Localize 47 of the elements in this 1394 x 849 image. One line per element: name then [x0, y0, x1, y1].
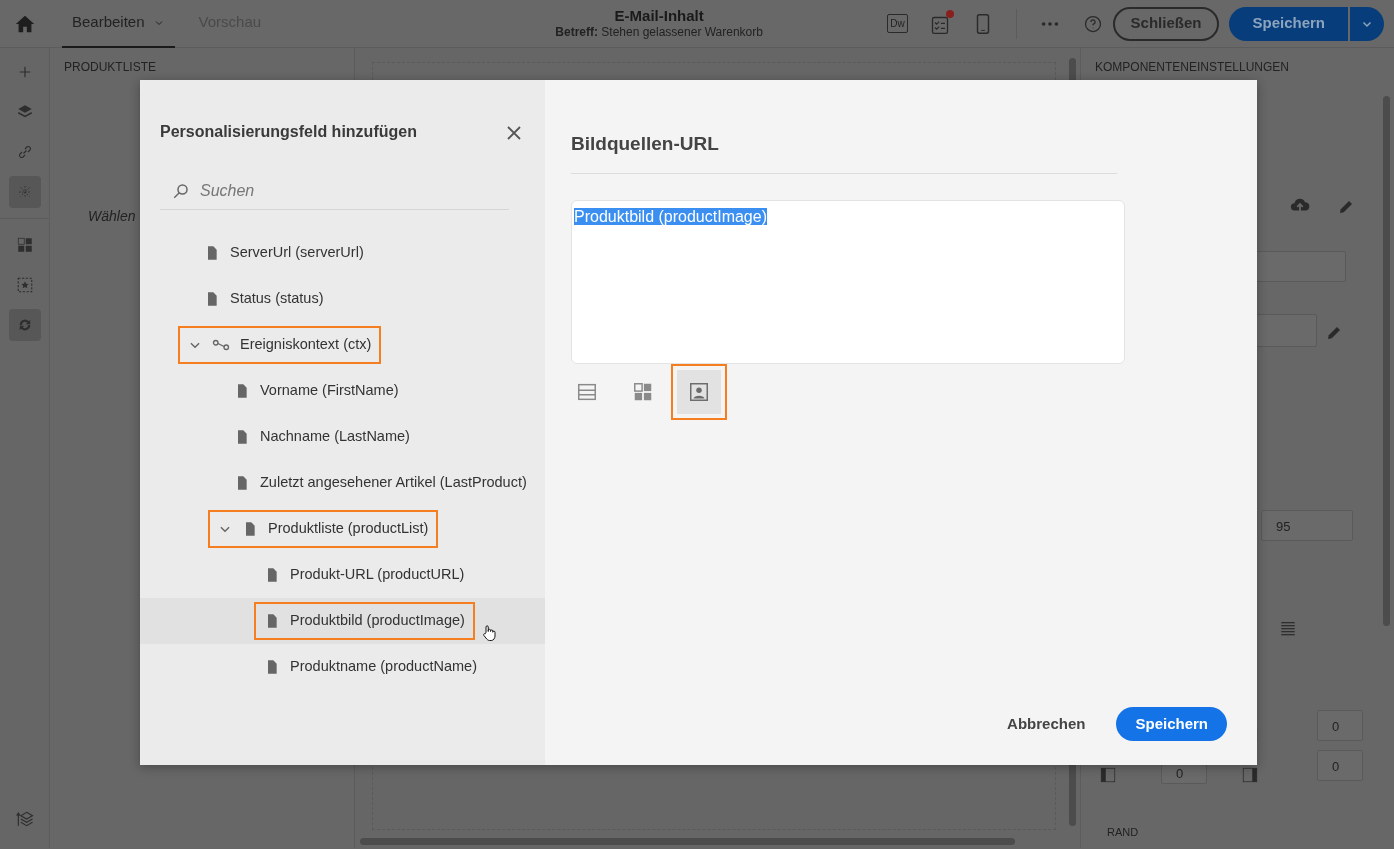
search-field[interactable]: Suchen	[198, 177, 478, 204]
search-icon	[172, 181, 190, 200]
section-title: RAND	[1107, 825, 1139, 840]
subject-line: Betreff: Stehen gelassener Warenkorb	[554, 25, 764, 40]
email-title: E-Mail-Inhalt	[613, 7, 705, 26]
border-right-icon[interactable]	[1241, 765, 1259, 784]
tree-item[interactable]: Produktname (productName)	[140, 644, 545, 690]
field-label: Nachname (LastName)	[260, 427, 410, 447]
grid-icon	[15, 236, 34, 254]
save-menu-button[interactable]	[1350, 6, 1384, 41]
url-value: Produktbild (productImage)	[574, 207, 767, 225]
field-label: Zuletzt angesehener Artikel (LastProduct)	[260, 473, 527, 493]
rail-button[interactable]	[8, 309, 41, 341]
tree-item[interactable]: Produktbild (productImage)	[140, 598, 545, 644]
help-icon[interactable]	[1082, 13, 1103, 34]
vertical-scrollbar[interactable]	[1383, 96, 1390, 626]
dialog-title: Personalisierungsfeld hinzufügen	[160, 122, 417, 142]
save-button[interactable]: Speichern	[1116, 707, 1227, 741]
field-label: ServerUrl (serverUrl)	[230, 243, 364, 263]
hint-text: Wählen	[88, 207, 137, 226]
rail-button[interactable]	[8, 176, 41, 208]
field-label: Status (status)	[230, 289, 324, 309]
hand-cursor-icon	[480, 623, 498, 644]
tree-item[interactable]: Zuletzt angesehener Artikel (LastProduct)	[140, 460, 545, 506]
border-left-icon[interactable]	[1099, 765, 1117, 784]
mode-button[interactable]	[671, 363, 727, 420]
tree-item[interactable]: Nachname (LastName)	[140, 414, 545, 460]
field-label: Vorname (FirstName)	[260, 381, 399, 401]
horizontal-scrollbar[interactable]	[360, 838, 1015, 845]
grid-icon	[632, 380, 654, 403]
tree-item[interactable]: ServerUrl (serverUrl)	[140, 230, 545, 276]
field-label: Produktbild (productImage)	[290, 611, 465, 631]
tree-item[interactable]: Ereigniskontext (ctx)	[140, 322, 545, 368]
field-label: Produkt-URL (productURL)	[290, 565, 465, 585]
tree-item[interactable]: Status (status)	[140, 276, 545, 322]
tree-item[interactable]: Produkt-URL (productURL)	[140, 552, 545, 598]
tree-item[interactable]: Vorname (FirstName)	[140, 368, 545, 414]
field-label: Produktname (productName)	[290, 657, 477, 677]
section-heading: Bildquellen-URL	[571, 130, 1117, 174]
cancel-button[interactable]: Abbrechen	[1006, 711, 1087, 737]
tree-item[interactable]: Produktliste (productList)	[140, 506, 545, 552]
field-label: Produktliste (productList)	[268, 519, 429, 539]
field-label: Ereigniskontext (ctx)	[240, 335, 372, 355]
save-button[interactable]: Speichern	[1229, 6, 1348, 41]
panel-title: KOMPONENTENEINSTELLUNGEN	[1094, 59, 1291, 76]
image-icon	[688, 380, 710, 403]
panel-title: PRODUKTLISTE	[63, 59, 157, 76]
